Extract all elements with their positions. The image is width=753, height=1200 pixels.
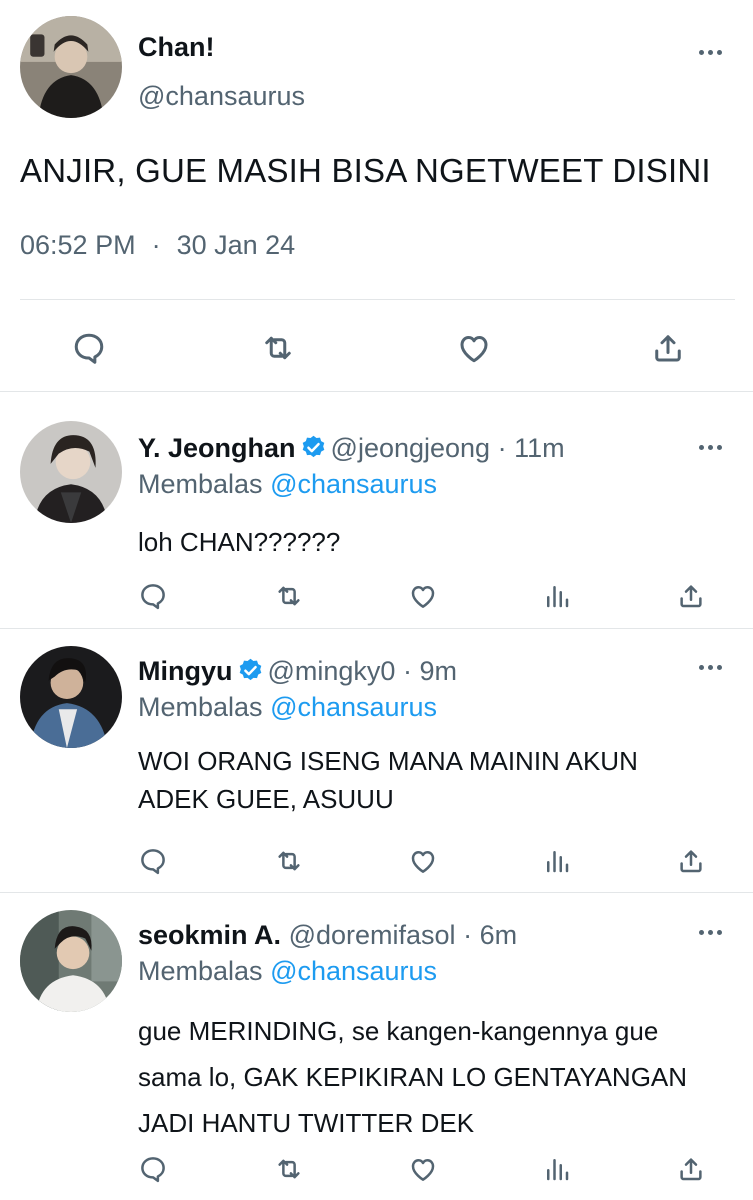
more-options-icon[interactable]: [697, 441, 727, 453]
reply-text: gue MERINDING, se kangen-kangennya gue s…: [138, 1016, 688, 1138]
reply-tweet[interactable]: seokmin A. @doremifasol · 6m Membalas @c…: [0, 894, 753, 1200]
divider: [20, 299, 735, 300]
avatar[interactable]: [20, 646, 122, 748]
avatar[interactable]: [20, 421, 122, 523]
tweet-time: 06:52 PM: [20, 230, 136, 260]
avatar-photo: [20, 16, 122, 118]
views-icon[interactable]: [542, 846, 572, 876]
tweet-timestamp[interactable]: 06:52 PM · 30 Jan 24: [20, 230, 295, 261]
main-tweet: Chan! @chansaurus ANJIR, GUE MASIH BISA …: [0, 0, 753, 392]
tweet-age[interactable]: 9m: [419, 656, 457, 686]
verified-badge-icon: [237, 657, 264, 684]
avatar[interactable]: [20, 16, 122, 118]
share-icon[interactable]: [676, 581, 706, 611]
tweet-age[interactable]: 6m: [480, 920, 518, 950]
mention-link[interactable]: @chansaurus: [270, 956, 437, 986]
tweet-text: ANJIR, GUE MASIH BISA NGETWEET DISINI: [20, 152, 711, 189]
views-icon[interactable]: [542, 1154, 572, 1184]
share-icon[interactable]: [676, 1154, 706, 1184]
author-name[interactable]: seokmin A.: [138, 920, 281, 950]
reply-header: Y. Jeonghan @jeongjeong · 11m: [138, 433, 565, 464]
tweet-age[interactable]: 11m: [514, 433, 565, 463]
reply-icon[interactable]: [138, 846, 168, 876]
meta-separator: ·: [151, 230, 161, 260]
like-icon[interactable]: [408, 1154, 438, 1184]
avatar[interactable]: [20, 910, 122, 1012]
like-icon[interactable]: [456, 330, 492, 366]
reply-tweet[interactable]: Y. Jeonghan @jeongjeong · 11m Membalas @c…: [0, 393, 753, 629]
avatar-photo: [20, 421, 122, 523]
replying-label: Membalas: [138, 692, 263, 722]
reply-header: Mingyu @mingky0 · 9m: [138, 656, 457, 687]
retweet-icon[interactable]: [274, 581, 304, 611]
meta-separator: ·: [497, 433, 507, 463]
reply-tweet[interactable]: Mingyu @mingky0 · 9m Membalas @chansaurus…: [0, 630, 753, 893]
reply-icon[interactable]: [138, 581, 168, 611]
reply-header: seokmin A. @doremifasol · 6m: [138, 920, 517, 951]
retweet-icon[interactable]: [274, 1154, 304, 1184]
mention-link[interactable]: @chansaurus: [270, 692, 437, 722]
more-options-icon[interactable]: [697, 661, 727, 673]
replying-to: Membalas @chansaurus: [138, 692, 437, 723]
more-options-icon[interactable]: [697, 926, 727, 938]
avatar-photo: [20, 646, 122, 748]
author-name[interactable]: Y. Jeonghan: [138, 433, 296, 463]
retweet-icon[interactable]: [274, 846, 304, 876]
replying-to: Membalas @chansaurus: [138, 956, 437, 987]
like-icon[interactable]: [408, 846, 438, 876]
author-handle[interactable]: @jeongjeong: [331, 433, 491, 463]
reply-text: loh CHAN??????: [138, 527, 341, 557]
share-icon[interactable]: [650, 330, 686, 366]
meta-separator: ·: [402, 656, 412, 686]
replying-to: Membalas @chansaurus: [138, 469, 437, 500]
avatar-photo: [20, 910, 122, 1012]
like-icon[interactable]: [408, 581, 438, 611]
retweet-icon[interactable]: [260, 330, 296, 366]
author-handle[interactable]: @mingky0: [268, 656, 396, 686]
replying-label: Membalas: [138, 469, 263, 499]
views-icon[interactable]: [542, 581, 572, 611]
author-handle[interactable]: @chansaurus: [138, 81, 305, 112]
tweet-date: 30 Jan 24: [176, 230, 296, 260]
author-name[interactable]: Mingyu: [138, 656, 233, 686]
mention-link[interactable]: @chansaurus: [270, 469, 437, 499]
author-name[interactable]: Chan!: [138, 32, 215, 63]
meta-separator: ·: [463, 920, 473, 950]
reply-icon[interactable]: [138, 1154, 168, 1184]
reply-icon[interactable]: [71, 330, 107, 366]
verified-badge-icon: [300, 434, 327, 461]
reply-text: WOI ORANG ISENG MANA MAININ AKUN ADEK GU…: [138, 746, 638, 814]
share-icon[interactable]: [676, 846, 706, 876]
replying-label: Membalas: [138, 956, 263, 986]
more-options-icon[interactable]: [697, 46, 727, 58]
author-handle[interactable]: @doremifasol: [289, 920, 456, 950]
